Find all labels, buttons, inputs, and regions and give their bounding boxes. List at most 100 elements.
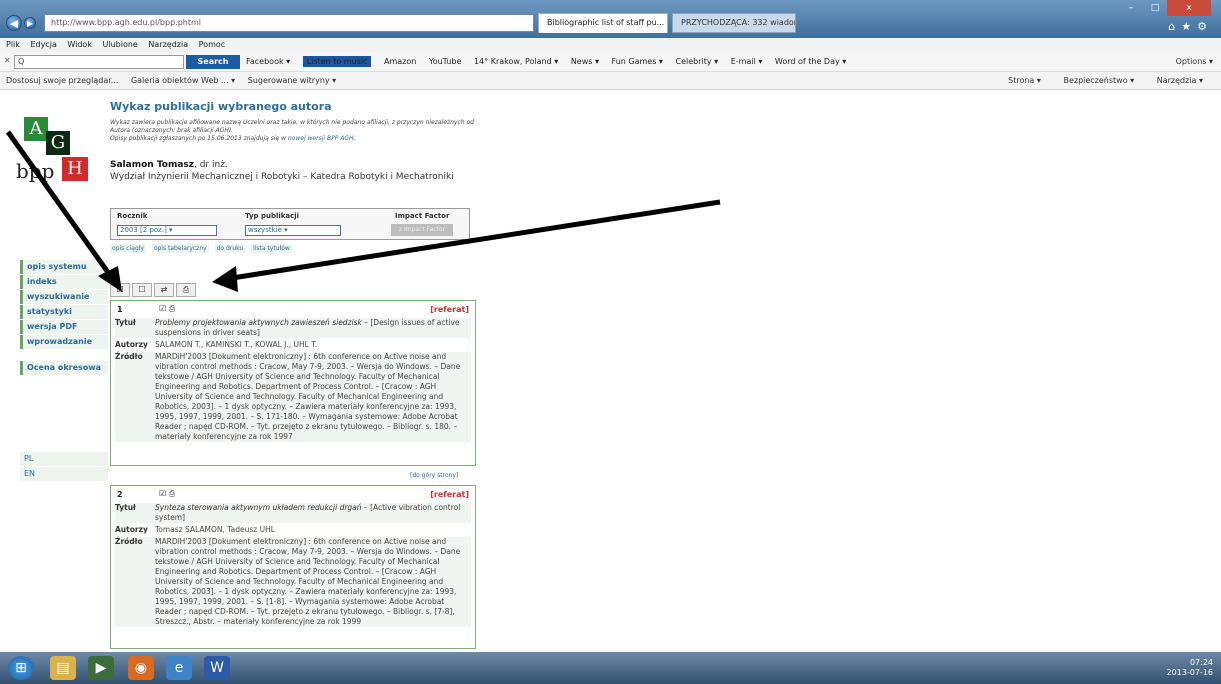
word-icon[interactable]: W [204,656,230,680]
record-title: Synteza sterowania aktywnym układem redu… [155,503,461,522]
favorites-star-icon[interactable]: ★ [1181,20,1197,33]
fav-suggested[interactable]: Sugerowane witryny ▾ [248,76,336,85]
toolbar-search-button[interactable]: Search [186,55,240,69]
sidebar-nav: opis systemu indeks wyszukiwanie statyst… [20,260,108,376]
close-toolbar-icon[interactable]: ✕ [4,56,11,65]
toolbar-youtube[interactable]: YouTube [429,57,462,66]
page-content: A G bpp H opis systemu indeks wyszukiwan… [0,90,1221,662]
record-type-badge: [referat] [430,305,469,314]
tab-bibliographic[interactable]: Bibliographic list of staff pu... [538,13,668,33]
view-print[interactable]: do druku [214,244,246,253]
address-bar[interactable]: http://www.bpp.agh.edu.pl/bpp.phtml [44,14,534,32]
minimize-button[interactable]: – [1119,0,1143,16]
home-icon[interactable]: ⌂ [1168,20,1181,33]
toolbar-news[interactable]: News ▾ [571,57,599,66]
menu-view[interactable]: Widok [67,40,92,49]
record-source-row: Źródło MARDiH'2003 [Dokument elektronicz… [115,352,471,442]
toolbar-email[interactable]: E-mail ▾ [731,57,763,66]
tab-mail[interactable]: PRZYCHODZĄCA: 332 wiadom... [672,13,796,33]
sidebar-item-wersja-pdf[interactable]: wersja PDF [20,320,108,334]
record-title-row: Tytuł Synteza sterowania aktywnym układe… [115,503,471,523]
maximize-button[interactable]: □ [1143,0,1167,16]
sidebar-item-wprowadzanie[interactable]: wprowadzanie [20,335,108,349]
toolbar-listen-music[interactable]: Listen to music [302,56,372,67]
year-select[interactable]: 2003 [2 poz.] ▾ [117,225,217,236]
lang-en[interactable]: EN [20,467,108,481]
menu-help[interactable]: Pomoc [199,40,226,49]
sidebar-item-opis-systemu[interactable]: opis systemu [20,260,108,274]
fav-customize[interactable]: Dostosuj swoje przeglądar... [6,76,118,85]
menu-tools[interactable]: Narzędzia [148,40,188,49]
view-titles[interactable]: lista tytułów [251,244,292,253]
record-number: 2 [117,490,123,499]
new-version-link[interactable]: nowej wersji BPP AGH. [288,135,356,142]
gear-icon[interactable]: ⚙ [1197,20,1213,33]
logo-letter-a: A [24,117,48,141]
internet-explorer-icon[interactable]: e [166,656,192,680]
info-note-line1: Wykaz zawiera publikacje afiliowane nazw… [110,119,474,134]
back-to-top-link[interactable]: [do góry strony] [410,472,490,479]
print-selected-icon[interactable]: ⎙ [176,283,196,297]
publication-record: 2 ☑ ⎙ [referat] Tytuł Synteza sterowania… [110,485,476,649]
record-select-checkbox[interactable]: ☑ ⎙ [159,304,175,314]
type-label: Typ publikacji [245,212,300,220]
sidebar-item-wyszukiwanie[interactable]: wyszukiwanie [20,290,108,304]
type-select[interactable]: wszystkie ▾ [245,225,341,236]
search-toolbar: ✕ Q Search Facebook ▾ Listen to music Am… [0,52,1221,72]
toolbar-facebook[interactable]: Facebook ▾ [246,57,290,66]
sidebar-item-ocena-okresowa[interactable]: Ocena okresowa [20,361,108,375]
title-label: Tytuł [115,503,136,512]
system-tray-clock[interactable]: 07:24 2013-07-16 [1167,658,1214,678]
fav-gallery[interactable]: Galeria obiektów Web ... ▾ [131,76,235,85]
bpp-agh-logo[interactable]: A G bpp H [14,117,94,187]
menu-file[interactable]: Plik [6,40,20,49]
favorites-bar: Dostosuj swoje przeglądar... Galeria obi… [0,72,1221,90]
toolbar-weather[interactable]: 14° Krakow, Poland ▾ [474,57,558,66]
check-all-icon[interactable]: ☑ [110,283,130,297]
toolbar-fun-games[interactable]: Fun Games ▾ [612,57,663,66]
record-header: 2 ☑ ⎙ [referat] [115,489,471,501]
info-note: Wykaz zawiera publikacje afiliowane nazw… [110,119,490,143]
menu-edit[interactable]: Edycja [30,40,56,49]
cmd-tools[interactable]: Narzędzia ▾ [1157,76,1203,85]
authors-label: Autorzy [115,340,148,349]
windows-taskbar: ⊞ ▤ ▶ ◉ e W 07:24 2013-07-16 [0,652,1221,684]
toolbar-items: Facebook ▾ Listen to music Amazon YouTub… [246,56,856,67]
cmd-page[interactable]: Strona ▾ [1008,76,1041,85]
logo-letter-h: H [62,157,88,181]
firefox-icon[interactable]: ◉ [128,656,154,680]
toolbar-celebrity[interactable]: Celebrity ▾ [675,57,718,66]
invert-selection-icon[interactable]: ⇄ [154,283,174,297]
start-button-icon[interactable]: ⊞ [8,656,34,680]
lang-pl[interactable]: PL [20,452,108,466]
menu-bar: Plik Edycja Widok Ulubione Narzędzia Pom… [0,38,1221,52]
toolbar-search-input[interactable]: Q [14,55,184,69]
browser-tool-icons[interactable]: ⌂★⚙ [1168,20,1213,33]
back-button[interactable]: ◀ [6,15,22,31]
explorer-icon[interactable]: ▤ [50,656,76,680]
menu-favorites[interactable]: Ulubione [103,40,138,49]
sidebar-item-indeks[interactable]: indeks [20,275,108,289]
view-table[interactable]: opis tabelaryczny [151,244,209,253]
author-title: , dr inż. [194,160,228,170]
cmd-safety[interactable]: Bezpieczeństwo ▾ [1063,76,1134,85]
record-select-checkbox[interactable]: ☑ ⎙ [159,489,175,499]
toolbar-word-of-day[interactable]: Word of the Day ▾ [775,57,846,66]
author-name: Salamon Tomasz [110,160,194,170]
source-label: Źródło [115,537,143,546]
uncheck-all-icon[interactable]: ☐ [132,283,152,297]
sidebar-item-statystyki[interactable]: statystyki [20,305,108,319]
impact-factor-button[interactable]: z Impact Factor [391,224,453,236]
forward-button[interactable]: ▶ [24,17,36,29]
close-window-button[interactable]: x [1167,0,1211,16]
view-continuous[interactable]: opis ciągły [110,244,146,253]
toolbar-options[interactable]: Options ▾ [1176,57,1213,66]
info-note-line2: Opisy publikacji zgłaszanych po 15.06.20… [110,135,356,142]
publication-record: 1 ☑ ⎙ [referat] Tytuł Problemy projektow… [110,300,476,466]
record-authors-row: Autorzy Tomasz SALAMON, Tadeusz UHL [115,525,471,535]
toolbar-amazon[interactable]: Amazon [384,57,416,66]
record-source: MARDiH'2003 [Dokument elektroniczny] : 6… [155,352,461,441]
impact-factor-label: Impact Factor [395,212,450,220]
media-player-icon[interactable]: ▶ [88,656,114,680]
